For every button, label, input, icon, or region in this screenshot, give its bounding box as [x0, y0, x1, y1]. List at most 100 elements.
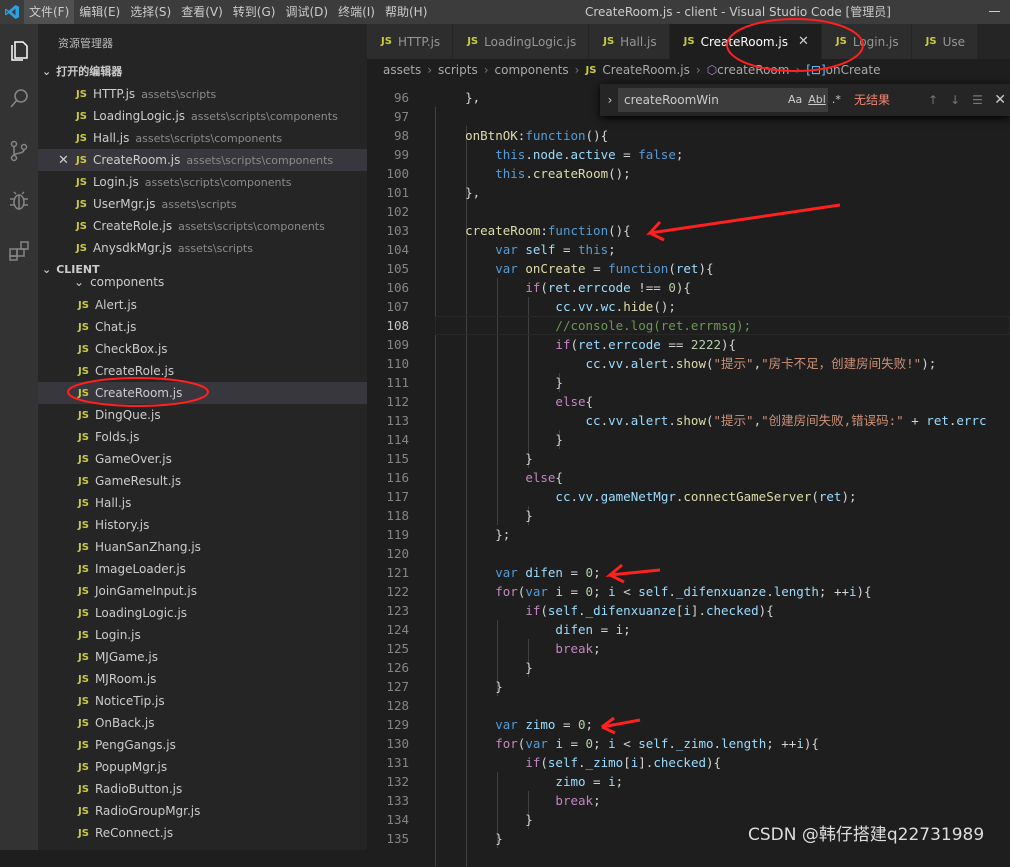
- open-editor-item[interactable]: JS LoadingLogic.js assets\scripts\componen…: [38, 105, 367, 127]
- breadcrumb-item[interactable]: components: [495, 63, 569, 77]
- file-tree-item[interactable]: JS History.js: [38, 514, 367, 536]
- open-editor-item[interactable]: JS CreateRole.js assets\scripts\components: [38, 215, 367, 237]
- code-token: active: [570, 147, 616, 162]
- open-editor-item[interactable]: JS AnysdkMgr.js assets\scripts: [38, 237, 367, 259]
- components-folder[interactable]: ⌄ components: [74, 276, 164, 290]
- tab-use[interactable]: JS Use: [911, 24, 978, 59]
- debug-icon[interactable]: [0, 178, 38, 224]
- menu-item[interactable]: 终端(I): [333, 0, 380, 24]
- match-case-button[interactable]: Aa: [788, 88, 802, 112]
- close-icon[interactable]: ✕: [798, 34, 809, 49]
- minimize-button[interactable]: [989, 11, 1000, 12]
- file-tree-item[interactable]: JS MJGame.js: [38, 646, 367, 668]
- code-token: .: [766, 584, 774, 599]
- file-tree-item[interactable]: JS Alert.js: [38, 294, 367, 316]
- file-tree-item[interactable]: JS Chat.js: [38, 316, 367, 338]
- menu-item[interactable]: 帮助(H): [380, 0, 432, 24]
- tab-hall-js[interactable]: JS Hall.js: [589, 24, 670, 59]
- find-in-selection-icon[interactable]: ☰: [972, 84, 983, 116]
- code-token: var: [495, 242, 518, 257]
- open-editor-item[interactable]: ✕ JS CreateRoom.js assets\scripts\component…: [38, 149, 367, 171]
- menu-item[interactable]: 编辑(E): [74, 0, 125, 24]
- code-token: i: [608, 584, 616, 599]
- tab-http-js[interactable]: JS HTTP.js: [367, 24, 454, 59]
- js-file-icon: JS: [76, 132, 87, 144]
- regex-button[interactable]: .*: [832, 88, 841, 112]
- line-content: },: [435, 183, 480, 202]
- file-tree-item[interactable]: JS ImageLoader.js: [38, 558, 367, 580]
- file-tree-item[interactable]: JS HuanSanZhang.js: [38, 536, 367, 558]
- open-editor-item[interactable]: JS Login.js assets\scripts\components: [38, 171, 367, 193]
- file-tree-item[interactable]: JS JoinGameInput.js: [38, 580, 367, 602]
- js-file-icon: JS: [78, 387, 89, 399]
- open-editors-header[interactable]: ⌄ 打开的编辑器: [38, 61, 367, 83]
- chevron-right-icon[interactable]: ›: [602, 93, 618, 107]
- file-tree-item[interactable]: JS Folds.js: [38, 426, 367, 448]
- source-control-icon[interactable]: [0, 128, 38, 174]
- file-tree-item[interactable]: JS Hall.js: [38, 492, 367, 514]
- menu-item[interactable]: 文件(F): [24, 0, 75, 24]
- code-token: ;: [675, 147, 684, 162]
- file-tree-item[interactable]: JS LoadingLogic.js: [38, 602, 367, 624]
- line-number: 118: [386, 508, 409, 523]
- menu-item[interactable]: 查看(V): [176, 0, 228, 24]
- menu-item[interactable]: 选择(S): [125, 0, 176, 24]
- arrow-up-icon[interactable]: ↑: [928, 84, 938, 116]
- open-editor-item[interactable]: JS UserMgr.js assets\scripts: [38, 193, 367, 215]
- file-tree-item[interactable]: JS PengGangs.js: [38, 734, 367, 756]
- tab-createroom-js[interactable]: JS CreateRoom.js ✕: [669, 24, 822, 59]
- code-token: i: [608, 774, 616, 789]
- file-tree-item[interactable]: JS CreateRole.js: [38, 360, 367, 382]
- file-tree-item[interactable]: JS MJRoom.js: [38, 668, 367, 690]
- extensions-icon[interactable]: [0, 228, 38, 274]
- menu-item[interactable]: 调试(D): [280, 0, 333, 24]
- tab-login-js[interactable]: JS Login.js: [821, 24, 912, 59]
- line-number: 110: [386, 356, 409, 371]
- breadcrumb-item[interactable]: createRoom: [717, 63, 789, 77]
- file-name: Folds.js: [94, 430, 140, 444]
- explorer-icon[interactable]: [0, 28, 38, 74]
- menu-item[interactable]: 转到(G): [228, 0, 281, 24]
- code-token: }: [435, 831, 503, 846]
- file-name: CreateRoom.js: [94, 386, 183, 400]
- code-token: 0: [585, 565, 594, 580]
- file-name: CreateRole.js: [94, 364, 175, 378]
- open-editor-item[interactable]: JS HTTP.js assets\scripts: [38, 83, 367, 105]
- code-line: 103 createRoom:function(){: [367, 221, 1010, 240]
- file-tree-item[interactable]: JS PopupMgr.js: [38, 756, 367, 778]
- whole-word-button[interactable]: Abl: [808, 88, 826, 112]
- file-tree-item[interactable]: JS RadioButton.js: [38, 778, 367, 800]
- file-tree-item[interactable]: JS CreateRoom.js: [38, 382, 367, 404]
- line-number: 129: [386, 717, 409, 732]
- file-tree-item[interactable]: JS DingQue.js: [38, 404, 367, 426]
- find-result: 无结果: [854, 93, 891, 107]
- js-file-icon: JS: [78, 629, 89, 641]
- breadcrumb-item[interactable]: assets: [383, 63, 421, 77]
- line-content: if(self._difenxuanze[i].checked){: [435, 601, 773, 620]
- search-icon[interactable]: [0, 76, 38, 122]
- tab-loadinglogic-js[interactable]: JS LoadingLogic.js: [453, 24, 590, 59]
- code-token: difen: [525, 565, 563, 580]
- close-icon[interactable]: ✕: [994, 84, 1006, 116]
- file-tree-item[interactable]: JS ReConnect.js: [38, 822, 367, 844]
- open-editor-item[interactable]: JS Hall.js assets\scripts\components: [38, 127, 367, 149]
- file-tree-item[interactable]: JS NoticeTip.js: [38, 690, 367, 712]
- code-token: self: [547, 755, 579, 770]
- file-tree-item[interactable]: JS GameResult.js: [38, 470, 367, 492]
- breadcrumb-item[interactable]: onCreate: [826, 63, 881, 77]
- file-tree-item[interactable]: JS CheckBox.js: [38, 338, 367, 360]
- close-icon[interactable]: ✕: [58, 153, 69, 168]
- file-tree-item[interactable]: JS GameOver.js: [38, 448, 367, 470]
- breadcrumb-item[interactable]: CreateRoom.js: [602, 63, 689, 77]
- file-name: HuanSanZhang.js: [94, 540, 201, 554]
- file-tree-item[interactable]: JS OnBack.js: [38, 712, 367, 734]
- code-token: ){: [698, 261, 714, 276]
- file-tree-item[interactable]: JS RadioGroupMgr.js: [38, 800, 367, 822]
- breadcrumb-item[interactable]: scripts: [438, 63, 478, 77]
- arrow-down-icon[interactable]: ↓: [950, 84, 960, 116]
- file-tree-item[interactable]: JS Login.js: [38, 624, 367, 646]
- js-file-icon: JS: [78, 695, 89, 707]
